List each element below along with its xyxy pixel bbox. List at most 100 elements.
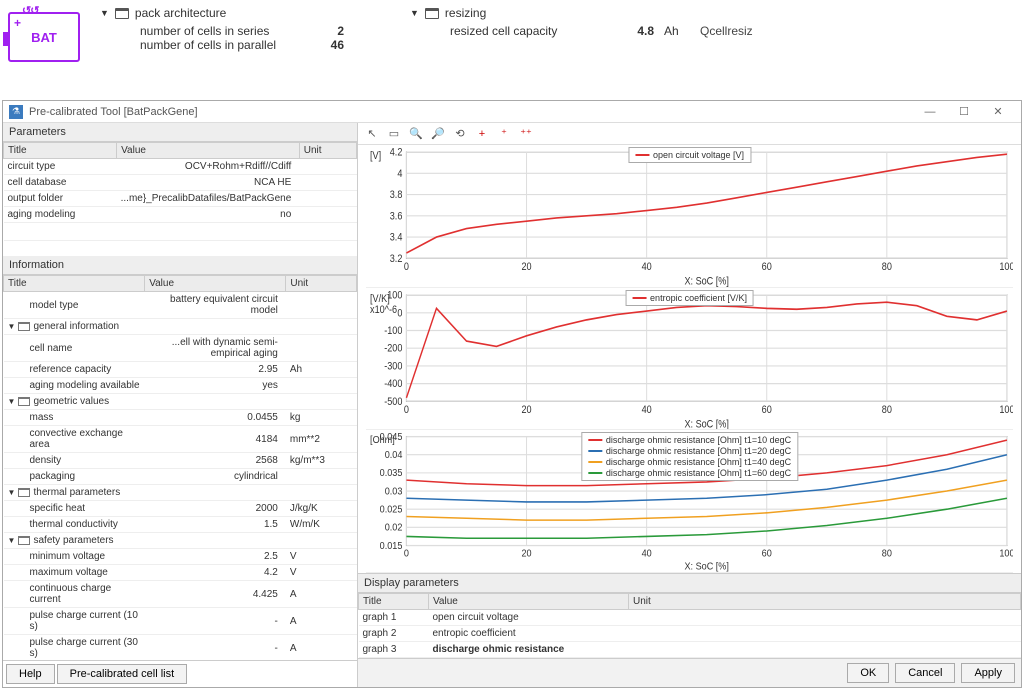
table-row[interactable]: thermal conductivity1.5W/m/K	[4, 517, 357, 533]
information-table[interactable]: Title Value Unit model typebattery equiv…	[3, 275, 357, 660]
chart-2[interactable]: entropic coefficient [V/K] [V/K]x10^-6 0…	[366, 288, 1013, 431]
cell-list-button[interactable]: Pre-calibrated cell list	[57, 664, 188, 684]
table-row[interactable]: cell name...ell with dynamic semi-empiri…	[4, 335, 357, 362]
marker-icon[interactable]: ⁺⁺	[518, 126, 534, 142]
folder-icon	[115, 8, 129, 19]
table-row[interactable]: mass0.0455kg	[4, 410, 357, 426]
svg-text:3.8: 3.8	[390, 190, 403, 202]
svg-text:80: 80	[882, 404, 893, 416]
svg-text:0.045: 0.045	[380, 432, 403, 443]
resizing-tree: ▼ resizing resized cell capacity4.8 AhQc…	[410, 6, 753, 38]
ok-button[interactable]: OK	[847, 663, 889, 683]
table-row[interactable]: output folder...me}_PrecalibDatafiles/Ba…	[4, 191, 357, 207]
table-row[interactable]: minimum voltage2.5V	[4, 549, 357, 565]
svg-text:-200: -200	[384, 343, 403, 355]
svg-text:0.035: 0.035	[380, 468, 403, 479]
zoom-out-icon[interactable]: 🔎	[430, 126, 446, 142]
group-row[interactable]: ▼safety parameters	[4, 533, 357, 549]
group-row[interactable]: ▼geometric values	[4, 394, 357, 410]
right-panel: ↖ ▭ 🔍 🔎 ⟲ + ⁺ ⁺⁺ open circuit voltage [V…	[358, 123, 1021, 687]
table-row[interactable]: packagingcylindrical	[4, 469, 357, 485]
left-panel: Parameters Title Value Unit circuit type…	[3, 123, 358, 687]
svg-text:-100: -100	[384, 325, 403, 337]
table-row[interactable]: convective exchange area4184mm**2	[4, 426, 357, 453]
chart-1[interactable]: open circuit voltage [V] [V] 02040608010…	[366, 145, 1013, 288]
zoom-in-icon[interactable]: 🔍	[408, 126, 424, 142]
svg-text:40: 40	[642, 404, 653, 416]
table-row[interactable]: circuit typeOCV+Rohm+Rdiff//Cdiff	[4, 159, 357, 175]
rect-zoom-icon[interactable]: ▭	[386, 126, 402, 142]
table-row[interactable]: cell databaseNCA HE	[4, 175, 357, 191]
svg-text:100: 100	[999, 404, 1013, 416]
tool-window: ⚗ Pre-calibrated Tool [BatPackGene] — ☐ …	[2, 100, 1022, 688]
tree-node-resizing[interactable]: ▼ resizing	[410, 6, 753, 20]
information-header: Information	[3, 256, 357, 275]
table-row[interactable]: graph 1open circuit voltage	[359, 610, 1021, 626]
table-row[interactable]: specific heat2000J/kg/K	[4, 501, 357, 517]
svg-text:X: SoC [%]: X: SoC [%]	[684, 276, 729, 287]
tree-leaf[interactable]: number of cells in series2	[100, 24, 390, 38]
table-row[interactable]: aging modelingno	[4, 207, 357, 223]
chart-legend: discharge ohmic resistance [Ohm] t1=10 d…	[581, 432, 798, 481]
folder-icon	[425, 8, 439, 19]
chart-3[interactable]: discharge ohmic resistance [Ohm] t1=10 d…	[366, 430, 1013, 573]
app-icon: ⚗	[9, 105, 23, 119]
close-button[interactable]: ✕	[981, 105, 1015, 118]
cancel-button[interactable]: Cancel	[895, 663, 955, 683]
group-row[interactable]: ▼general information	[4, 319, 357, 335]
table-row[interactable]: pulse charge current (30 s)-A	[4, 635, 357, 661]
svg-text:-500: -500	[384, 396, 403, 408]
svg-text:X: SoC [%]: X: SoC [%]	[684, 562, 728, 572]
svg-text:[V]: [V]	[370, 151, 381, 163]
svg-text:3.2: 3.2	[390, 253, 403, 265]
svg-text:60: 60	[762, 404, 773, 416]
minimize-button[interactable]: —	[913, 106, 947, 118]
svg-text:0.02: 0.02	[385, 523, 403, 534]
svg-text:0: 0	[404, 404, 410, 416]
title-bar: ⚗ Pre-calibrated Tool [BatPackGene] — ☐ …	[3, 101, 1021, 123]
group-row[interactable]: ▼thermal parameters	[4, 485, 357, 501]
pointer-icon[interactable]: ↖	[364, 126, 380, 142]
chart-legend: open circuit voltage [V]	[628, 147, 751, 163]
display-params-header: Display parameters	[358, 574, 1021, 593]
svg-text:0.03: 0.03	[385, 486, 403, 497]
svg-text:20: 20	[521, 548, 531, 559]
svg-text:x10^-6: x10^-6	[370, 304, 397, 316]
svg-text:X: SoC [%]: X: SoC [%]	[684, 418, 729, 429]
tree-leaf[interactable]: number of cells in parallel46	[100, 38, 390, 52]
apply-button[interactable]: Apply	[961, 663, 1015, 683]
table-row[interactable]: density2568kg/m**3	[4, 453, 357, 469]
tree-node-pack[interactable]: ▼ pack architecture	[100, 6, 390, 20]
table-row[interactable]: maximum voltage4.2V	[4, 565, 357, 581]
chart-legend: entropic coefficient [V/K]	[625, 290, 754, 306]
tree-leaf[interactable]: resized cell capacity4.8 AhQcellresiz	[410, 24, 753, 38]
svg-text:60: 60	[762, 548, 772, 559]
table-row[interactable]: model typebattery equivalent circuit mod…	[4, 292, 357, 319]
svg-text:0.04: 0.04	[385, 450, 403, 461]
svg-text:0.015: 0.015	[380, 541, 403, 552]
table-row[interactable]: graph 2entropic coefficient	[359, 626, 1021, 642]
table-row[interactable]: pulse charge current (10 s)-A	[4, 608, 357, 635]
display-params-table[interactable]: Title Value Unit graph 1open circuit vol…	[358, 593, 1021, 658]
svg-text:4.2: 4.2	[390, 147, 403, 159]
window-title: Pre-calibrated Tool [BatPackGene]	[29, 106, 913, 118]
svg-text:40: 40	[642, 262, 653, 274]
pack-architecture-tree: ▼ pack architecture number of cells in s…	[100, 6, 390, 52]
svg-text:40: 40	[642, 548, 652, 559]
table-row[interactable]: reference capacity2.95Ah	[4, 362, 357, 378]
maximize-button[interactable]: ☐	[947, 105, 981, 118]
svg-text:-400: -400	[384, 378, 403, 390]
svg-text:100: 100	[387, 290, 403, 302]
svg-text:60: 60	[762, 262, 773, 274]
table-row[interactable]: aging modeling availableyes	[4, 378, 357, 394]
help-button[interactable]: Help	[6, 664, 55, 684]
svg-text:0: 0	[404, 262, 410, 274]
marker-icon[interactable]: ⁺	[496, 126, 512, 142]
zoom-reset-icon[interactable]: ⟲	[452, 126, 468, 142]
table-row[interactable]: graph 3discharge ohmic resistance	[359, 642, 1021, 658]
svg-text:80: 80	[882, 548, 892, 559]
parameters-table[interactable]: Title Value Unit circuit typeOCV+Rohm+Rd…	[3, 142, 357, 241]
table-row[interactable]: continuous charge current4.425A	[4, 581, 357, 608]
marker-icon[interactable]: +	[474, 126, 490, 142]
svg-text:0.025: 0.025	[380, 505, 403, 516]
